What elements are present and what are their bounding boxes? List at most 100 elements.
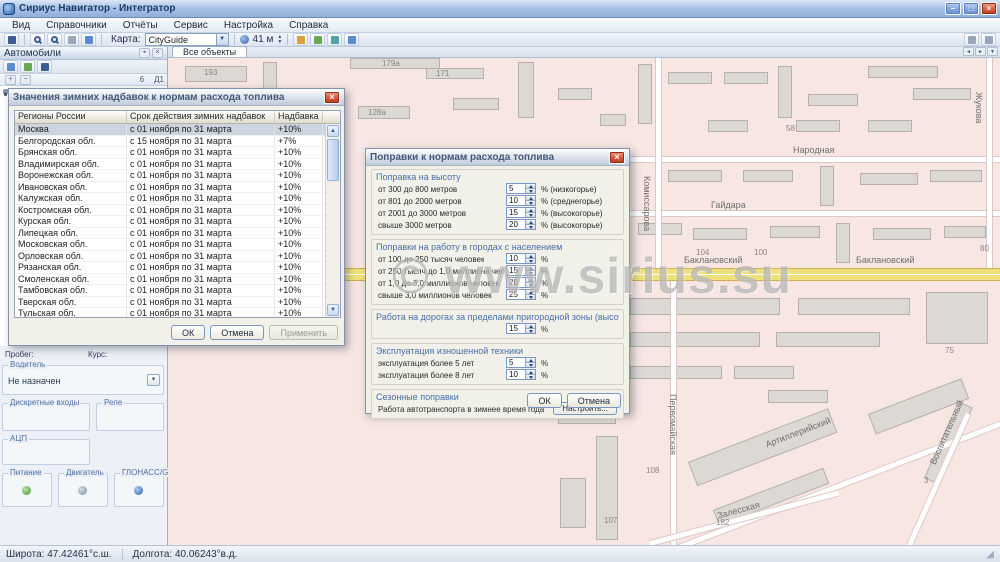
- vehicle-icon[interactable]: [3, 60, 18, 73]
- cancel-button[interactable]: Отмена: [567, 393, 621, 408]
- column-header-allowance[interactable]: Надбавка: [275, 111, 323, 124]
- close-icon[interactable]: ×: [981, 2, 997, 15]
- region-row[interactable]: Рязанская обл.с 01 ноября по 31 марта+10…: [15, 262, 325, 274]
- open-map-icon[interactable]: [4, 33, 19, 46]
- menu-item[interactable]: Настройка: [216, 19, 281, 32]
- pan-icon[interactable]: [64, 33, 79, 46]
- region-row[interactable]: Тверская обл.с 01 ноября по 31 марта+10%: [15, 297, 325, 309]
- ok-button[interactable]: ОК: [171, 325, 205, 340]
- spinner-value: 15: [507, 266, 525, 275]
- menu-item[interactable]: Отчёты: [115, 19, 166, 32]
- objects-icon[interactable]: [344, 33, 359, 46]
- spinner-down-icon[interactable]: [526, 328, 535, 333]
- driver-icon[interactable]: [20, 60, 35, 73]
- collapse-all-icon[interactable]: −: [20, 75, 31, 85]
- value-spinner[interactable]: 15: [506, 265, 536, 276]
- driver-menu-button[interactable]: ▾: [147, 374, 160, 386]
- region-row[interactable]: Ивановская обл.с 01 ноября по 31 марта+1…: [15, 182, 325, 194]
- corrections-dialog-close-icon[interactable]: ×: [609, 151, 625, 164]
- winter-dialog-close-icon[interactable]: ×: [324, 91, 340, 104]
- region-row[interactable]: Смоленская обл.с 01 ноября по 31 марта+1…: [15, 274, 325, 286]
- menu-item[interactable]: Вид: [4, 19, 38, 32]
- spinner-down-icon[interactable]: [526, 374, 535, 379]
- value-spinner[interactable]: 20: [506, 219, 536, 230]
- region-cell: Ивановская обл.: [15, 182, 127, 193]
- spinner-down-icon[interactable]: [526, 294, 535, 299]
- menu-item[interactable]: Справочники: [38, 19, 115, 32]
- ruler-icon[interactable]: [293, 33, 308, 46]
- region-row[interactable]: Московская обл.с 01 ноября по 31 марта+1…: [15, 239, 325, 251]
- ok-button[interactable]: ОК: [527, 393, 561, 408]
- tab-all-objects[interactable]: Все объекты: [172, 46, 247, 57]
- value-spinner[interactable]: 5: [506, 183, 536, 194]
- value-spinner[interactable]: 25: [506, 289, 536, 300]
- list-header-col: Д1: [154, 75, 164, 84]
- value-spinner[interactable]: 5: [506, 357, 536, 368]
- region-row[interactable]: Липецкая обл.с 01 ноября по 31 марта+10%: [15, 228, 325, 240]
- map-tabstrip: Все объекты ◄ ► ▼: [168, 47, 1000, 58]
- track-icon[interactable]: [310, 33, 325, 46]
- spinner-down-icon[interactable]: [526, 224, 535, 229]
- spinner-down-icon[interactable]: [526, 188, 535, 193]
- spinner-down-icon[interactable]: [526, 270, 535, 275]
- corrections-dialog-titlebar[interactable]: Поправки к нормам расхода топлива ×: [366, 149, 629, 166]
- region-row[interactable]: Брянская обл.с 01 ноября по 31 марта+10%: [15, 147, 325, 159]
- scale-stepper[interactable]: ▲▼: [277, 35, 282, 44]
- value-spinner[interactable]: 10: [506, 253, 536, 264]
- region-row[interactable]: Тамбовская обл.с 01 ноября по 31 марта+1…: [15, 285, 325, 297]
- region-row[interactable]: Орловская обл.с 01 ноября по 31 марта+10…: [15, 251, 325, 263]
- menu-item[interactable]: Справка: [281, 19, 336, 32]
- region-row[interactable]: Калужская обл.с 01 ноября по 31 марта+10…: [15, 193, 325, 205]
- value-spinner[interactable]: 15: [506, 207, 536, 218]
- region-row[interactable]: Воронежская обл.с 01 ноября по 31 марта+…: [15, 170, 325, 182]
- street-label: Первомайская: [668, 394, 678, 455]
- region-row[interactable]: Белгородская обл.с 15 ноября по 31 марта…: [15, 136, 325, 148]
- map-select[interactable]: CityGuide ▼: [145, 33, 229, 46]
- winter-dialog-titlebar[interactable]: Значения зимних надбавок к нормам расход…: [9, 89, 344, 106]
- scrollbar-thumb[interactable]: [327, 139, 339, 181]
- menu-item[interactable]: Сервис: [166, 19, 216, 32]
- value-spinner[interactable]: 20: [506, 277, 536, 288]
- chevron-down-icon[interactable]: ▼: [216, 34, 228, 45]
- value-spinner[interactable]: 10: [506, 195, 536, 206]
- layers-icon[interactable]: [327, 33, 342, 46]
- correction-row: от 250 тысяч до 1,0 миллиона человек15%: [376, 265, 619, 277]
- spinner-down-icon[interactable]: [526, 282, 535, 287]
- cancel-button[interactable]: Отмена: [210, 325, 264, 340]
- table-scrollbar[interactable]: ▲ ▼: [325, 124, 340, 317]
- pin-icon[interactable]: ▪: [139, 48, 150, 58]
- column-header-region[interactable]: Регионы России: [15, 111, 127, 124]
- window-titlebar[interactable]: Сириус Навигатор - Интегратор – □ ×: [0, 0, 1000, 18]
- zoom-in-icon[interactable]: [30, 33, 45, 46]
- scroll-down-icon[interactable]: ▼: [327, 304, 339, 316]
- value-spinner[interactable]: 15: [506, 323, 536, 334]
- tab-scroll-right-icon[interactable]: ►: [975, 47, 986, 56]
- grid-view-icon[interactable]: [981, 33, 996, 46]
- list-view-icon[interactable]: [964, 33, 979, 46]
- spinner-down-icon[interactable]: [526, 258, 535, 263]
- house-number: 80: [980, 244, 989, 253]
- status-icon[interactable]: [37, 60, 52, 73]
- tab-list-icon[interactable]: ▼: [987, 47, 998, 56]
- spinner-down-icon[interactable]: [526, 212, 535, 217]
- apply-button[interactable]: Применить: [269, 325, 338, 340]
- spinner-down-icon[interactable]: [526, 362, 535, 367]
- resize-grip-icon[interactable]: ◢: [986, 549, 994, 560]
- correction-row: от 2001 до 3000 метров15% (высокогорье): [376, 207, 619, 219]
- column-header-period[interactable]: Срок действия зимних надбавок: [127, 111, 275, 124]
- maximize-icon[interactable]: □: [963, 2, 979, 15]
- expand-all-icon[interactable]: +: [5, 75, 16, 85]
- zoom-out-icon[interactable]: [47, 33, 62, 46]
- region-row[interactable]: Владимирская обл.с 01 ноября по 31 марта…: [15, 159, 325, 171]
- region-row[interactable]: Тульская обл.с 01 ноября по 31 марта+10%: [15, 308, 325, 317]
- region-row[interactable]: Москвас 01 ноября по 31 марта+10%: [15, 124, 325, 136]
- region-row[interactable]: Костромская обл.с 01 ноября по 31 марта+…: [15, 205, 325, 217]
- minimize-icon[interactable]: –: [945, 2, 961, 15]
- value-spinner[interactable]: 10: [506, 369, 536, 380]
- panel-close-icon[interactable]: ×: [152, 48, 163, 58]
- scroll-up-icon[interactable]: ▲: [327, 125, 339, 137]
- tab-scroll-left-icon[interactable]: ◄: [963, 47, 974, 56]
- spinner-down-icon[interactable]: [526, 200, 535, 205]
- region-row[interactable]: Курская обл.с 01 ноября по 31 марта+10%: [15, 216, 325, 228]
- select-icon[interactable]: [81, 33, 96, 46]
